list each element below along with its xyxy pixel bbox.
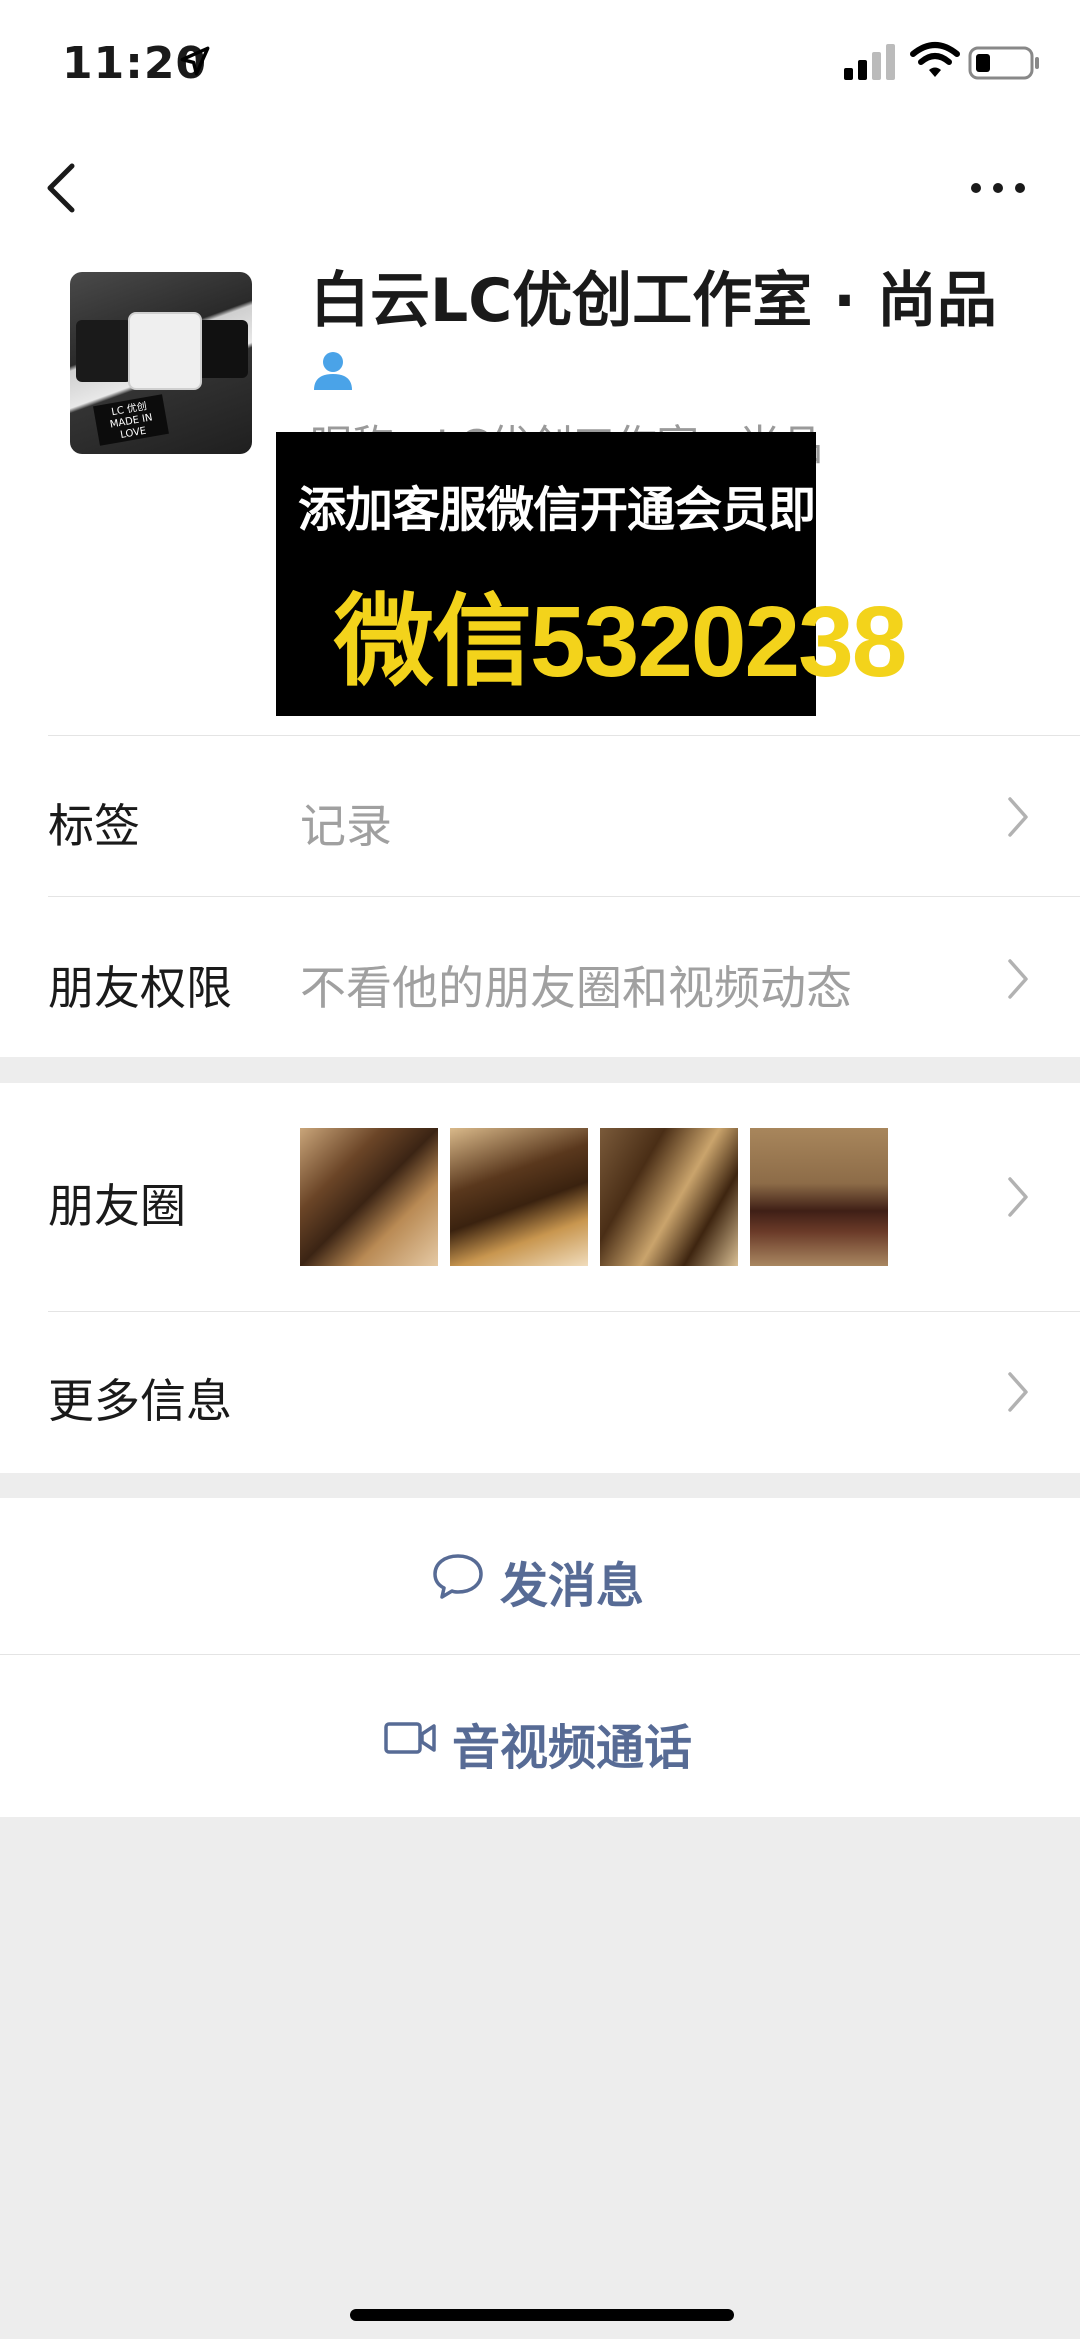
promo-text-line1: 添加客服微信开通会员即可查看 bbox=[298, 482, 957, 538]
more-options-icon[interactable] bbox=[968, 168, 1028, 208]
video-camera-icon bbox=[384, 1722, 436, 1754]
chevron-right-icon bbox=[1008, 797, 1028, 837]
send-message-label: 发消息 bbox=[500, 1558, 645, 1614]
moments-thumbnail-2 bbox=[450, 1128, 588, 1266]
permission-value: 不看他的朋友圈和视频动态 bbox=[300, 961, 852, 1015]
person-icon bbox=[314, 352, 352, 390]
video-call-label: 音视频通话 bbox=[452, 1720, 693, 1776]
chevron-right-icon bbox=[1008, 1372, 1028, 1412]
tags-label: 标签 bbox=[48, 799, 140, 853]
contact-name: 白云LC优创工作室 · 尚品 bbox=[310, 266, 997, 336]
cellular-signal-icon bbox=[844, 44, 895, 80]
location-arrow-icon bbox=[180, 46, 210, 76]
battery-icon bbox=[968, 46, 1039, 80]
moments-label: 朋友圈 bbox=[48, 1179, 186, 1233]
more-info-label: 更多信息 bbox=[48, 1374, 232, 1428]
chevron-right-icon bbox=[1008, 959, 1028, 999]
tags-row[interactable] bbox=[0, 736, 1080, 896]
permission-label: 朋友权限 bbox=[48, 961, 232, 1015]
chat-bubble-icon bbox=[433, 1554, 483, 1599]
promo-text-line2: 微信5320238 bbox=[334, 586, 907, 698]
moments-thumbnail-3 bbox=[600, 1128, 738, 1266]
tags-value: 记录 bbox=[300, 799, 392, 853]
chevron-right-icon bbox=[1008, 1177, 1028, 1217]
home-indicator[interactable] bbox=[350, 2309, 734, 2321]
moments-thumbnail-1 bbox=[300, 1128, 438, 1266]
wifi-icon bbox=[910, 42, 960, 77]
contact-avatar[interactable]: LC 优创 MADE IN LOVE bbox=[70, 272, 252, 454]
back-chevron-icon[interactable] bbox=[42, 160, 82, 216]
moments-thumbnail-4 bbox=[750, 1128, 888, 1266]
